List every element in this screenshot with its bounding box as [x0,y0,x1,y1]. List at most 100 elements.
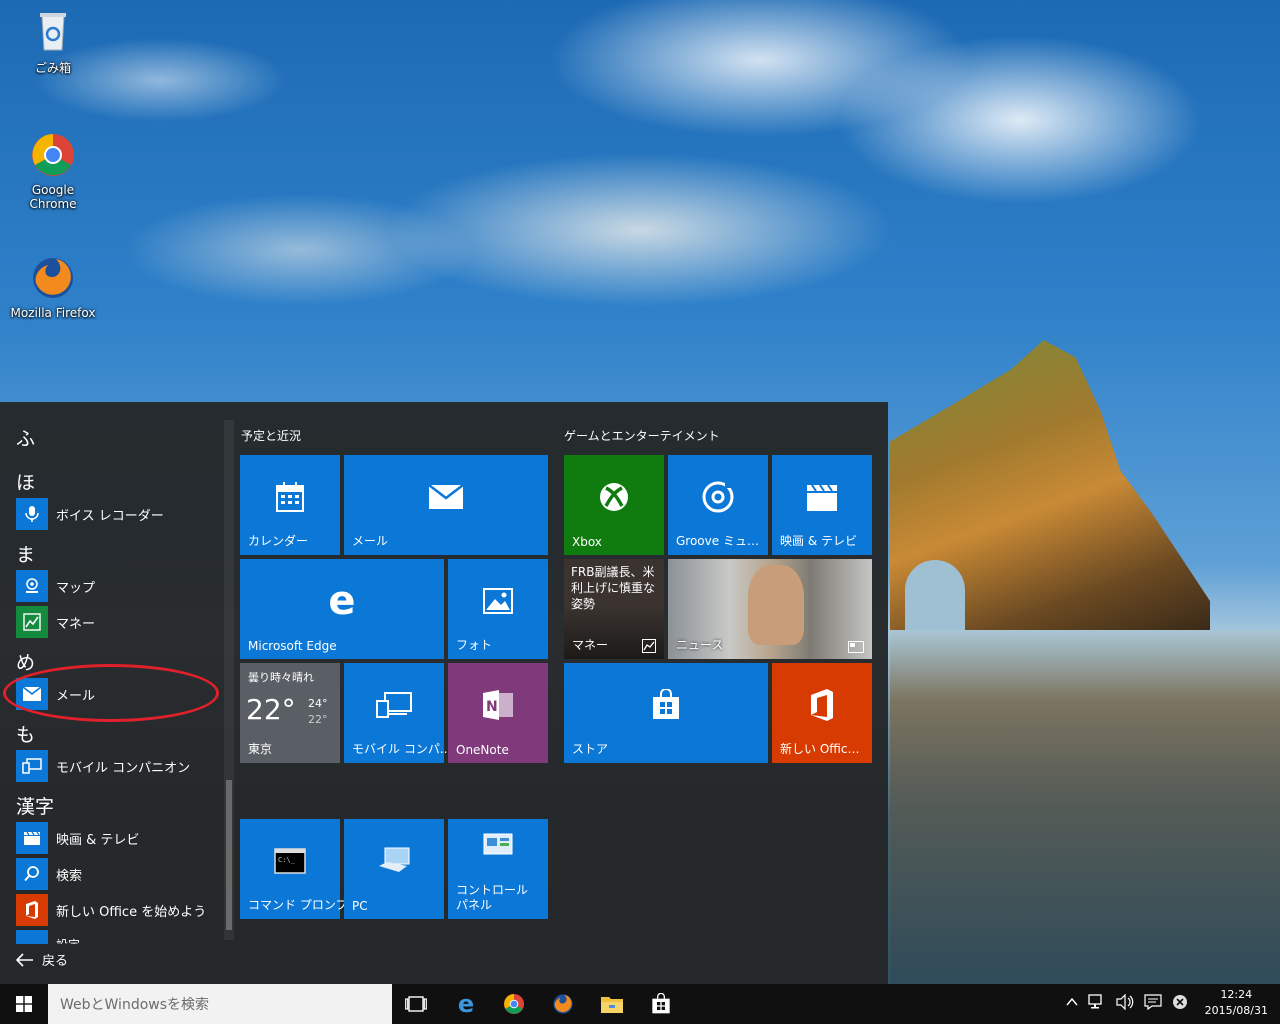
computer-icon [379,847,410,872]
chrome-icon [32,134,74,176]
desktop-icon-label: ごみ箱 [34,61,71,75]
weather-temperature: 22° [246,693,296,726]
tile-label: Microsoft Edge [248,639,337,653]
taskbar-file-explorer[interactable] [596,988,628,1020]
news-icon [848,641,864,653]
tile-label: ニュース [676,638,724,652]
tile-command-prompt[interactable]: C:\_ コマンド プロンプト [240,819,359,919]
app-item-settings[interactable]: 設定 [16,930,80,944]
clock-date: 2015/08/31 [1204,1004,1268,1017]
letter-header-ho[interactable]: ほ [16,468,35,495]
terminal-icon: C:\_ [274,848,306,874]
app-item-label: マップ [56,580,96,596]
tile-calendar[interactable]: カレンダー [240,455,340,555]
app-item-label: 新しい Office を始めよう [56,904,207,920]
close-circle-icon[interactable] [1172,994,1188,1010]
tile-groove-music[interactable]: Groove ミュージ... [668,455,768,555]
chart-icon [642,639,656,653]
tile-label: 東京 [248,742,273,756]
letter-header-fu[interactable]: ふ [16,424,35,451]
start-menu: ふ ほ ボイス レコーダー ま マップ マネー め メール も モバイル コンパ… [0,402,888,984]
app-item-mobile-companion[interactable]: モバイル コンパニオン [16,750,190,782]
recycle-bin-icon [40,13,66,51]
app-item-get-office[interactable]: 新しい Office を始めよう [16,894,206,926]
desktop-icon-label: Google Chrome [29,183,77,211]
search-icon [16,858,48,890]
map-icon [16,570,48,602]
chevron-up-icon[interactable] [1066,994,1078,1010]
weather-low: 22° [308,713,328,726]
tile-photos[interactable]: フォト [448,559,548,659]
tile-label: ストア [572,742,609,756]
back-label: 戻る [42,954,69,969]
desktop-icon-label: Mozilla Firefox [10,306,96,320]
tile-microsoft-edge[interactable]: e Microsoft Edge [240,559,444,659]
chrome-icon [503,993,525,1015]
edge-icon: e [328,578,356,624]
action-center-icon[interactable] [1144,994,1162,1010]
office-icon [811,689,833,721]
onenote-icon: N [483,690,513,720]
letter-header-mo[interactable]: も [16,720,35,747]
money-headline: FRB副議長、米利上げに慎重な姿勢 [571,565,656,611]
network-icon[interactable] [1088,994,1106,1010]
letter-header-ma[interactable]: ま [16,540,35,567]
tile-news[interactable]: ニュース [668,559,872,659]
desktop-icon-recycle-bin[interactable]: ごみ箱 [8,8,98,76]
scrollbar-thumb[interactable] [226,780,232,930]
group-title-right[interactable]: ゲームとエンターテイメント [564,427,720,444]
mail-icon [429,485,463,509]
tile-mail[interactable]: メール [344,455,548,555]
desktop-icon-chrome[interactable]: Google Chrome [8,132,98,211]
chart-icon [16,606,48,638]
taskbar-firefox[interactable] [547,988,579,1020]
app-list-scrollbar[interactable] [224,420,234,940]
letter-header-kanji[interactable]: 漢字 [16,792,54,819]
folder-icon [601,997,623,1013]
back-button[interactable]: 戻る [16,950,68,969]
taskbar: WebとWindowsを検索 e 12:24 2015/08/31 [0,984,1280,1024]
taskbar-clock[interactable]: 12:24 2015/08/31 [1205,987,1268,1019]
app-item-label: 検索 [56,868,83,884]
photo-icon [483,588,513,614]
tile-label: カレンダー [248,534,309,548]
taskbar-edge[interactable]: e [450,988,482,1020]
clapper-icon [16,822,48,854]
tile-pc[interactable]: PC [344,819,444,919]
app-item-money[interactable]: マネー [16,606,95,638]
news-photo-subject [748,565,804,645]
app-item-label: モバイル コンパニオン [56,760,191,776]
tile-label: モバイル コンパ... [352,742,452,756]
start-button[interactable] [0,984,48,1024]
tile-xbox[interactable]: Xbox [564,455,664,555]
tile-onenote[interactable]: N OneNote [448,663,548,763]
app-item-search[interactable]: 検索 [16,858,82,890]
app-list: ふ ほ ボイス レコーダー ま マップ マネー め メール も モバイル コンパ… [0,402,236,984]
office-icon [16,894,48,926]
group-title-left[interactable]: 予定と近況 [241,427,301,444]
app-item-maps[interactable]: マップ [16,570,95,602]
tile-control-panel[interactable]: コントロール パネル [448,819,548,919]
tile-label: 新しい Office... [780,742,866,756]
tile-mobile-companion[interactable]: モバイル コンパ... [344,663,451,763]
tile-label: コントロール パネル [456,883,529,912]
letter-header-me[interactable]: め [16,648,35,675]
taskbar-store[interactable] [645,988,677,1020]
store-bag-icon [653,689,679,719]
app-item-movies-tv[interactable]: 映画 & テレビ [16,822,139,854]
calendar-icon [276,482,304,512]
tile-movies-tv[interactable]: 映画 & テレビ [772,455,872,555]
tile-get-office[interactable]: 新しい Office... [772,663,872,763]
task-view-button[interactable] [400,988,432,1020]
clock-time: 12:24 [1220,988,1253,1001]
app-item-label: ボイス レコーダー [56,508,164,524]
volume-icon[interactable] [1116,994,1134,1010]
search-input[interactable]: WebとWindowsを検索 [48,984,392,1024]
taskbar-chrome[interactable] [498,988,530,1020]
tile-weather[interactable]: 曇り時々晴れ 22° 24° 22° 東京 [240,663,340,763]
desktop-icon-firefox[interactable]: Mozilla Firefox [8,255,98,320]
tile-money-news[interactable]: FRB副議長、米利上げに慎重な姿勢 マネー [564,559,664,659]
firefox-icon [553,994,573,1014]
tile-store[interactable]: ストア [564,663,768,763]
app-item-voice-recorder[interactable]: ボイス レコーダー [16,498,164,530]
